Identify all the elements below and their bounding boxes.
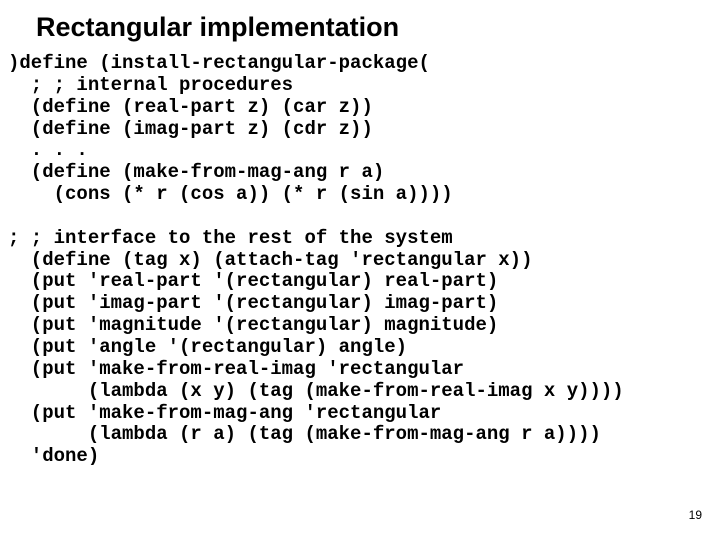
slide-title: Rectangular implementation [0, 0, 720, 43]
code-block: )define (install-rectangular-package( ; … [0, 43, 720, 468]
page-number: 19 [689, 508, 702, 522]
